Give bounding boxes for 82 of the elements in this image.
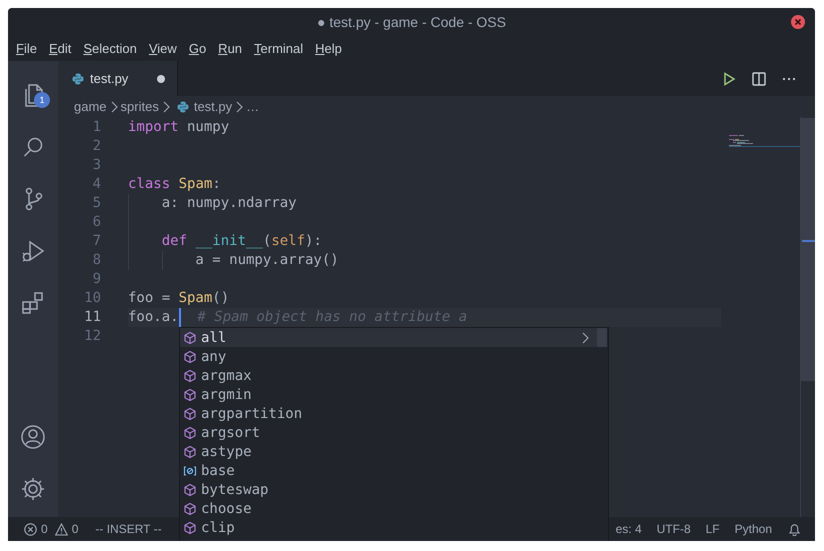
- status-item[interactable]: es: 4: [616, 522, 642, 536]
- cube-icon: [183, 482, 197, 496]
- account-icon[interactable]: [20, 424, 46, 450]
- line-number: 11: [83, 308, 101, 327]
- chevron-right-icon[interactable]: [581, 332, 589, 344]
- line-number: 3: [92, 156, 101, 175]
- close-icon[interactable]: [791, 15, 805, 29]
- line-number: 4: [92, 175, 101, 194]
- line-number: 7: [92, 232, 101, 251]
- suggestion-item[interactable]: any: [180, 347, 597, 366]
- menu-item[interactable]: Selection: [75, 41, 142, 56]
- text-cursor: [178, 308, 181, 327]
- line-number: 6: [92, 213, 101, 232]
- code-line: a: numpy.ndarray: [160, 194, 297, 213]
- code-line: def __init__(self):: [160, 232, 322, 251]
- bell-icon[interactable]: [788, 522, 801, 536]
- chevron-right-icon: [162, 100, 170, 112]
- status-item[interactable]: UTF-8: [656, 522, 691, 536]
- breadcrumb-more[interactable]: …: [246, 99, 260, 114]
- warning-icon[interactable]: [54, 522, 68, 536]
- line-number: 10: [83, 289, 101, 308]
- python-icon: [72, 72, 84, 84]
- warning-count[interactable]: 0: [72, 522, 78, 536]
- cube-icon: [183, 426, 197, 440]
- settings-icon[interactable]: [20, 476, 46, 502]
- menu-item[interactable]: Edit: [40, 41, 76, 56]
- suggestion-item[interactable]: astype: [180, 442, 597, 461]
- menu-item[interactable]: Help: [307, 41, 347, 56]
- editor-tab[interactable]: test.py: [58, 61, 178, 96]
- suggestion-item[interactable]: choose: [180, 499, 597, 518]
- split-editor-icon[interactable]: [751, 70, 767, 86]
- line-number: 8: [92, 251, 101, 270]
- suggestion-item[interactable]: all: [180, 328, 597, 347]
- notification-badge: 1: [34, 92, 50, 108]
- field-icon: [183, 464, 197, 478]
- cube-icon: [183, 406, 197, 420]
- suggestion-item[interactable]: base: [180, 461, 597, 480]
- line-number: 2: [92, 137, 101, 156]
- vim-mode: -- INSERT --: [95, 522, 162, 536]
- code-line: class Spam:: [128, 175, 221, 194]
- error-icon[interactable]: [24, 522, 37, 536]
- line-number: 9: [92, 270, 101, 289]
- cube-icon: [183, 350, 197, 364]
- suggestion-item[interactable]: clip: [180, 518, 597, 537]
- scrollbar-thumb[interactable]: [597, 328, 607, 347]
- line-number: 12: [83, 327, 101, 346]
- code-line: import numpy: [128, 118, 230, 137]
- chevron-right-icon: [110, 100, 118, 112]
- suggestion-item[interactable]: argmin: [180, 385, 597, 404]
- error-count[interactable]: 0: [41, 522, 48, 536]
- status-item[interactable]: Python: [734, 522, 772, 536]
- breadcrumb-item[interactable]: test.py: [194, 99, 232, 114]
- cube-icon: [183, 330, 197, 344]
- cube-icon: [183, 368, 197, 382]
- cube-icon: [183, 444, 197, 458]
- code-line: foo = Spam(): [128, 289, 230, 308]
- suggestion-item[interactable]: argmax: [180, 366, 597, 385]
- python-icon: [176, 100, 189, 112]
- run-debug-icon[interactable]: [20, 238, 46, 264]
- suggestion-item[interactable]: argpartition: [180, 404, 597, 423]
- chevron-right-icon: [235, 100, 244, 112]
- cube-icon: [183, 520, 197, 534]
- menu-item[interactable]: Go: [180, 41, 212, 56]
- extensions-icon[interactable]: [20, 290, 46, 316]
- breadcrumb-item[interactable]: game: [74, 99, 107, 114]
- status-item[interactable]: LF: [706, 522, 720, 536]
- menu-item[interactable]: Run: [210, 41, 248, 56]
- breadcrumb-item[interactable]: sprites: [120, 99, 159, 114]
- scrollbar-thumb[interactable]: [801, 118, 815, 381]
- minimap-drawing: [729, 135, 801, 147]
- suggestion-item[interactable]: byteswap: [180, 480, 597, 499]
- code-line: a = numpy.array(): [194, 251, 339, 270]
- cube-icon: [183, 388, 197, 402]
- line-number: 1: [92, 118, 101, 137]
- line-number: 5: [92, 194, 101, 213]
- suggestion-item[interactable]: argsort: [180, 423, 597, 442]
- cube-icon: [183, 502, 197, 516]
- menu-item[interactable]: Terminal: [246, 41, 308, 56]
- menu-item[interactable]: View: [140, 41, 182, 56]
- code-line: foo.a.: [128, 308, 179, 327]
- menu-item[interactable]: File: [8, 41, 42, 56]
- window-title: ● test.py - game - Code - OSS: [317, 14, 506, 30]
